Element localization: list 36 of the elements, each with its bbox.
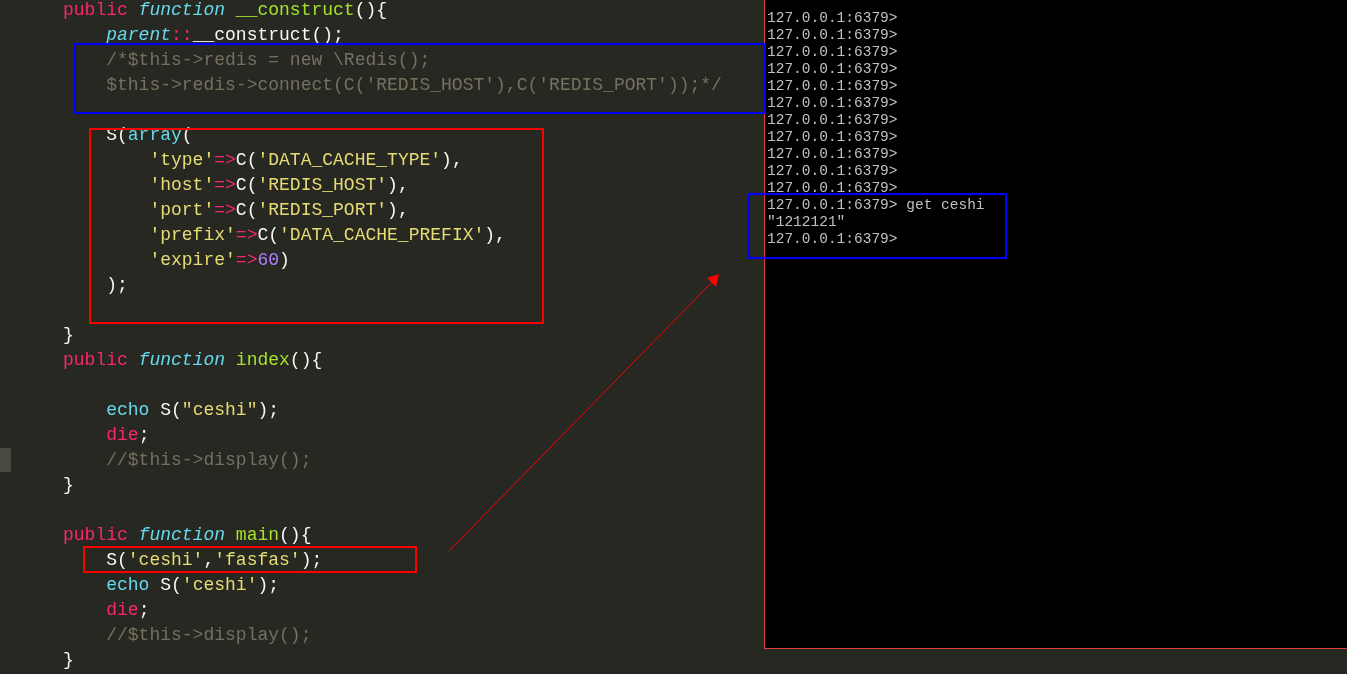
terminal-line: 127.0.0.1:6379> get ceshi <box>767 197 985 213</box>
code-line: 'port'=>C('REDIS_PORT'), <box>148 200 409 220</box>
code-line: echo S("ceshi"); <box>105 400 280 420</box>
terminal-line: "1212121" <box>767 214 846 230</box>
code-line: echo S('ceshi'); <box>105 575 280 595</box>
code-line: $this->redis->connect(C('REDIS_HOST'),C('REDIS_PORT'));*/ <box>105 75 722 95</box>
code-line: } <box>63 475 74 495</box>
code-line: 'type'=>C('DATA_CACHE_TYPE'), <box>148 150 463 170</box>
code-line: S('ceshi','fasfas'); <box>105 550 323 570</box>
code-line: public function index(){ <box>63 350 323 370</box>
terminal-line: 127.0.0.1:6379> <box>767 180 898 196</box>
terminal-line: 127.0.0.1:6379> <box>767 44 898 60</box>
terminal-line: 127.0.0.1:6379> <box>767 61 898 77</box>
code-line: //$this->display(); <box>105 450 312 470</box>
terminal-line: 127.0.0.1:6379> <box>767 10 898 26</box>
code-line: 'expire'=>60) <box>148 250 290 270</box>
terminal-line: 127.0.0.1:6379> <box>767 129 898 145</box>
code-line: die; <box>105 600 150 620</box>
terminal-line: 127.0.0.1:6379> <box>767 146 898 162</box>
code-line: public function main(){ <box>63 525 312 545</box>
code-line: } <box>63 650 74 670</box>
terminal-line: 127.0.0.1:6379> <box>767 163 898 179</box>
terminal-line: 127.0.0.1:6379> <box>767 112 898 128</box>
code-line: /*$this->redis = new \Redis(); <box>105 50 431 70</box>
code-line: die; <box>105 425 150 445</box>
code-line: parent::__construct(); <box>105 25 344 45</box>
terminal-line: 127.0.0.1:6379> <box>767 78 898 94</box>
terminal-line: 127.0.0.1:6379> <box>767 95 898 111</box>
terminal-line: 127.0.0.1:6379> <box>767 27 898 43</box>
code-line: //$this->display(); <box>105 625 312 645</box>
terminal-line: 127.0.0.1:6379> <box>767 231 898 247</box>
code-line: ); <box>105 275 128 295</box>
code-line: } <box>63 325 74 345</box>
code-line: 'host'=>C('REDIS_HOST'), <box>148 175 409 195</box>
code-line: public function __construct(){ <box>63 0 388 20</box>
code-line: 'prefix'=>C('DATA_CACHE_PREFIX'), <box>148 225 506 245</box>
